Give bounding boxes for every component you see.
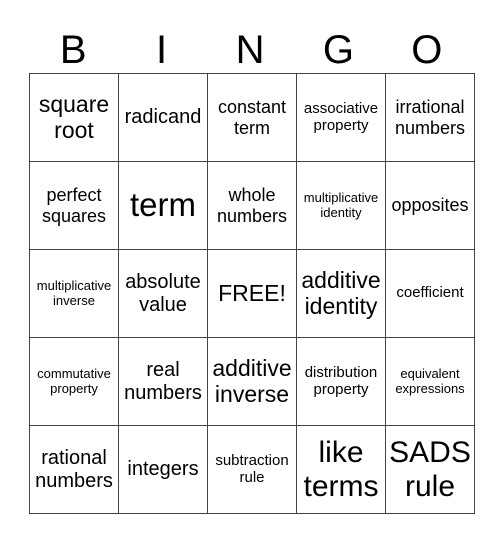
bingo-cell[interactable]: associative property — [296, 73, 386, 162]
bingo-cell[interactable]: integers — [118, 425, 208, 514]
bingo-cell[interactable]: distribution property — [296, 337, 386, 426]
grid-row: rational numbers integers subtraction ru… — [29, 425, 475, 514]
bingo-cell[interactable]: term — [118, 161, 208, 250]
header-letter-b: B — [59, 28, 87, 72]
bingo-cell[interactable]: real numbers — [118, 337, 208, 426]
grid-row: perfect squares term whole numbers multi… — [29, 161, 475, 250]
bingo-cell[interactable]: perfect squares — [29, 161, 119, 250]
bingo-cell[interactable]: square root — [29, 73, 119, 162]
free-space-cell[interactable]: FREE! — [207, 249, 297, 338]
bingo-cell[interactable]: multiplicative inverse — [29, 249, 119, 338]
bingo-cell[interactable]: additive identity — [296, 249, 386, 338]
bingo-cell[interactable]: additive inverse — [207, 337, 297, 426]
bingo-cell[interactable]: rational numbers — [29, 425, 119, 514]
bingo-cell[interactable]: whole numbers — [207, 161, 297, 250]
grid-row: square root radicand constant term assoc… — [29, 73, 475, 162]
bingo-cell[interactable]: commutative property — [29, 337, 119, 426]
header-letter-o: O — [411, 28, 443, 72]
bingo-cell[interactable]: irrational numbers — [385, 73, 475, 162]
bingo-cell[interactable]: equivalent expressions — [385, 337, 475, 426]
bingo-cell[interactable]: opposites — [385, 161, 475, 250]
bingo-cell[interactable]: radicand — [118, 73, 208, 162]
header-letter-n: N — [235, 28, 265, 72]
grid-row: commutative property real numbers additi… — [29, 337, 475, 426]
header-letter-g: G — [322, 28, 354, 72]
bingo-cell[interactable]: constant term — [207, 73, 297, 162]
bingo-header: B I N G O — [29, 28, 471, 72]
bingo-cell[interactable]: SADS rule — [385, 425, 475, 514]
bingo-cell[interactable]: coefficient — [385, 249, 475, 338]
bingo-grid: square root radicand constant term assoc… — [29, 73, 475, 514]
grid-row: multiplicative inverse absolute value FR… — [29, 249, 475, 338]
header-letter-i: I — [156, 28, 168, 72]
bingo-cell[interactable]: subtraction rule — [207, 425, 297, 514]
bingo-cell[interactable]: like terms — [296, 425, 386, 514]
bingo-cell[interactable]: multiplicative identity — [296, 161, 386, 250]
bingo-cell[interactable]: absolute value — [118, 249, 208, 338]
